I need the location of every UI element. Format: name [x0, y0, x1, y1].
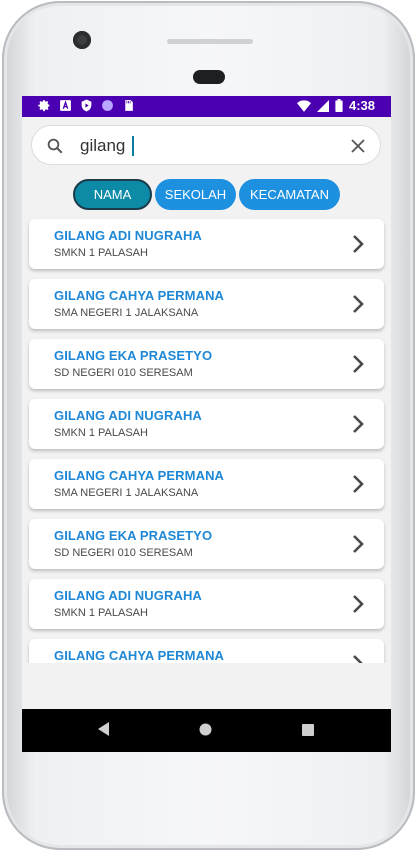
earpiece-speaker [167, 39, 253, 44]
chevron-right-icon [353, 595, 364, 613]
navigation-bar [22, 709, 391, 752]
list-item[interactable]: GILANG ADI NUGRAHA SMKN 1 PALASAH [29, 579, 384, 629]
school-name: SMA NEGERI 1 JALAKSANA [54, 307, 199, 319]
list-item[interactable]: GILANG EKA PRASETYO SD NEGERI 010 SERESA… [29, 519, 384, 569]
search-icon [47, 138, 63, 154]
student-name: GILANG EKA PRASETYO [54, 528, 213, 543]
list-item[interactable]: GILANG CAHYA PERMANA SMA NEGERI 1 JALAKS… [29, 459, 384, 509]
student-name: GILANG EKA PRASETYO [54, 348, 213, 363]
circle-icon [102, 100, 113, 111]
school-name: SMKN 1 PALASAH [54, 427, 148, 439]
close-icon[interactable] [350, 138, 366, 154]
sd-card-icon [125, 100, 133, 111]
chevron-right-icon [353, 415, 364, 433]
list-item[interactable]: GILANG ADI NUGRAHA SMKN 1 PALASAH [29, 399, 384, 449]
filter-chips: NAMA SEKOLAH KECAMATAN [22, 179, 391, 211]
chevron-right-icon [353, 475, 364, 493]
play-protect-icon [81, 99, 92, 112]
status-time: 4:38 [348, 98, 375, 113]
school-name: SD NEGERI 010 SERESAM [54, 367, 193, 379]
wifi-icon [296, 99, 311, 112]
chevron-right-icon [353, 295, 364, 313]
student-name: GILANG CAHYA PERMANA [54, 288, 225, 303]
school-name: SD NEGERI 010 SERESAM [54, 547, 193, 559]
text-cursor [132, 136, 134, 156]
settings-icon [38, 100, 50, 112]
student-name: GILANG ADI NUGRAHA [54, 228, 202, 243]
recents-icon[interactable] [302, 724, 314, 736]
student-name: GILANG ADI NUGRAHA [54, 588, 202, 603]
chip-sekolah[interactable]: SEKOLAH [155, 179, 236, 210]
chip-nama[interactable]: NAMA [73, 179, 152, 210]
chip-kecamatan[interactable]: KECAMATAN [239, 179, 340, 210]
signal-icon [316, 99, 329, 112]
search-bar[interactable] [31, 125, 381, 165]
chevron-right-icon [353, 535, 364, 553]
chevron-right-icon [353, 235, 364, 253]
search-input[interactable] [80, 134, 330, 158]
home-icon[interactable] [199, 723, 212, 736]
a-icon [60, 100, 71, 111]
front-camera [73, 31, 91, 49]
student-name: GILANG CAHYA PERMANA [54, 468, 225, 483]
list-item[interactable]: GILANG ADI NUGRAHA SMKN 1 PALASAH [29, 219, 384, 269]
status-bar: 4:38 [22, 96, 391, 117]
school-name: SMKN 1 PALASAH [54, 607, 148, 619]
back-icon[interactable] [98, 722, 110, 736]
battery-icon [335, 99, 343, 112]
list-item[interactable]: GILANG EKA PRASETYO SD NEGERI 010 SERESA… [29, 339, 384, 389]
chevron-right-icon [353, 355, 364, 373]
proximity-sensor [193, 70, 225, 84]
school-name: SMKN 1 PALASAH [54, 247, 148, 259]
student-name: GILANG CAHYA PERMANA [54, 648, 225, 663]
list-item[interactable]: GILANG CAHYA PERMANA SMA NEGERI 1 JALAKS… [29, 279, 384, 329]
app-screen: 4:38 NAMA SEKOLAH KECAMATAN GILANG ADI N… [22, 96, 391, 752]
school-name: SMA NEGERI 1 JALAKSANA [54, 487, 199, 499]
student-name: GILANG ADI NUGRAHA [54, 408, 202, 423]
